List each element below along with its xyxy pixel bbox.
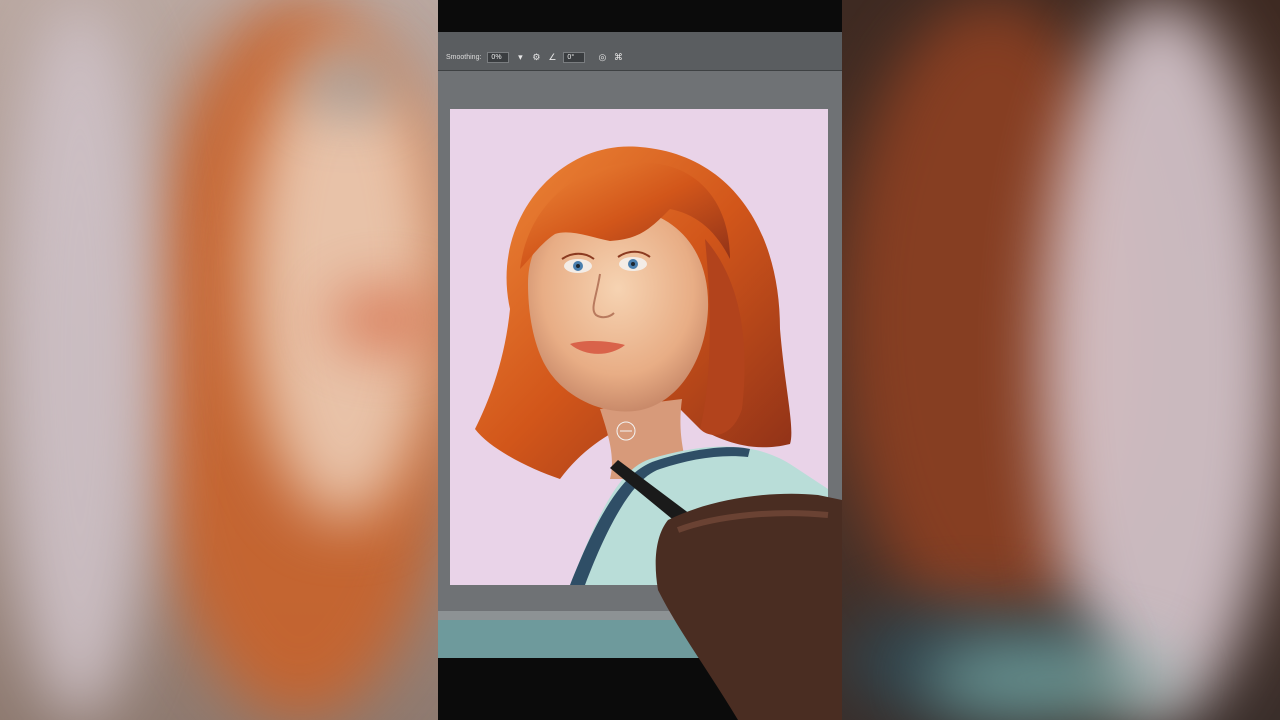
blurred-background-left [0, 0, 438, 720]
stylus-hand-overlay [610, 460, 842, 720]
video-frame: Smoothing: 0% ▾ ⚙ ∠ 0° ◎ ⌘ [438, 0, 842, 720]
blurred-background-right [842, 0, 1280, 720]
